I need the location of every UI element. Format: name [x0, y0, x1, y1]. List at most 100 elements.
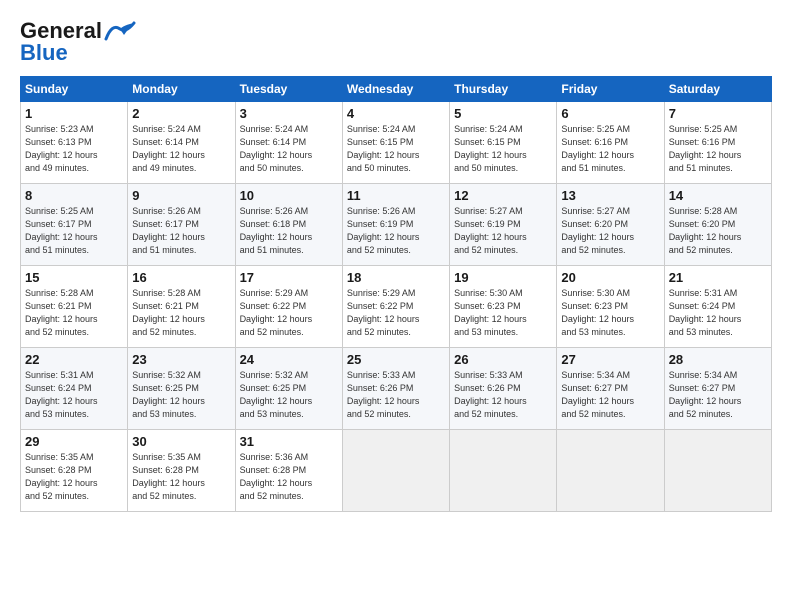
day-info: Sunrise: 5:26 AM Sunset: 6:18 PM Dayligh… — [240, 205, 338, 257]
calendar-week-5: 29 Sunrise: 5:35 AM Sunset: 6:28 PM Dayli… — [21, 430, 772, 512]
calendar-cell: 13Sunrise: 5:27 AM Sunset: 6:20 PM Dayli… — [557, 184, 664, 266]
day-number: 14 — [669, 188, 767, 203]
calendar-cell: 7 Sunrise: 5:25 AM Sunset: 6:16 PM Daylig… — [664, 102, 771, 184]
day-info: Sunrise: 5:25 AM Sunset: 6:17 PM Dayligh… — [25, 205, 123, 257]
day-number: 10 — [240, 188, 338, 203]
calendar-cell: 22 Sunrise: 5:31 AM Sunset: 6:24 PM Dayli… — [21, 348, 128, 430]
day-info: Sunrise: 5:25 AM Sunset: 6:16 PM Dayligh… — [669, 123, 767, 175]
calendar-table: SundayMondayTuesdayWednesdayThursdayFrid… — [20, 76, 772, 512]
calendar-cell: 11Sunrise: 5:26 AM Sunset: 6:19 PM Dayli… — [342, 184, 449, 266]
day-info: Sunrise: 5:29 AM Sunset: 6:22 PM Dayligh… — [347, 287, 445, 339]
calendar-cell: 24 Sunrise: 5:32 AM Sunset: 6:25 PM Dayli… — [235, 348, 342, 430]
day-number: 29 — [25, 434, 123, 449]
calendar-week-2: 8 Sunrise: 5:25 AM Sunset: 6:17 PM Daylig… — [21, 184, 772, 266]
day-info: Sunrise: 5:28 AM Sunset: 6:20 PM Dayligh… — [669, 205, 767, 257]
day-number: 30 — [132, 434, 230, 449]
weekday-header-thursday: Thursday — [450, 77, 557, 102]
day-number: 18 — [347, 270, 445, 285]
day-info: Sunrise: 5:34 AM Sunset: 6:27 PM Dayligh… — [669, 369, 767, 421]
calendar-cell — [557, 430, 664, 512]
calendar-cell: 10 Sunrise: 5:26 AM Sunset: 6:18 PM Dayli… — [235, 184, 342, 266]
header: General Blue — [20, 18, 772, 66]
day-info: Sunrise: 5:30 AM Sunset: 6:23 PM Dayligh… — [454, 287, 552, 339]
calendar-week-3: 15 Sunrise: 5:28 AM Sunset: 6:21 PM Dayli… — [21, 266, 772, 348]
day-number: 26 — [454, 352, 552, 367]
day-info: Sunrise: 5:23 AM Sunset: 6:13 PM Dayligh… — [25, 123, 123, 175]
logo-blue: Blue — [20, 40, 68, 66]
day-number: 7 — [669, 106, 767, 121]
day-number: 24 — [240, 352, 338, 367]
calendar-header-row: SundayMondayTuesdayWednesdayThursdayFrid… — [21, 77, 772, 102]
weekday-header-sunday: Sunday — [21, 77, 128, 102]
day-info: Sunrise: 5:32 AM Sunset: 6:25 PM Dayligh… — [240, 369, 338, 421]
calendar-cell: 5 Sunrise: 5:24 AM Sunset: 6:15 PM Daylig… — [450, 102, 557, 184]
calendar-cell: 18 Sunrise: 5:29 AM Sunset: 6:22 PM Dayli… — [342, 266, 449, 348]
logo: General Blue — [20, 18, 136, 66]
calendar-cell: 12Sunrise: 5:27 AM Sunset: 6:19 PM Dayli… — [450, 184, 557, 266]
day-number: 20 — [561, 270, 659, 285]
calendar-week-1: 1 Sunrise: 5:23 AM Sunset: 6:13 PM Daylig… — [21, 102, 772, 184]
day-number: 16 — [132, 270, 230, 285]
page: General Blue SundayMondayTuesdayWednesda… — [0, 0, 792, 612]
day-number: 3 — [240, 106, 338, 121]
day-info: Sunrise: 5:33 AM Sunset: 6:26 PM Dayligh… — [454, 369, 552, 421]
calendar-cell: 6 Sunrise: 5:25 AM Sunset: 6:16 PM Daylig… — [557, 102, 664, 184]
calendar-cell: 23 Sunrise: 5:32 AM Sunset: 6:25 PM Dayli… — [128, 348, 235, 430]
calendar-cell: 26 Sunrise: 5:33 AM Sunset: 6:26 PM Dayli… — [450, 348, 557, 430]
day-info: Sunrise: 5:28 AM Sunset: 6:21 PM Dayligh… — [132, 287, 230, 339]
day-info: Sunrise: 5:24 AM Sunset: 6:14 PM Dayligh… — [240, 123, 338, 175]
day-number: 9 — [132, 188, 230, 203]
day-number: 1 — [25, 106, 123, 121]
day-number: 22 — [25, 352, 123, 367]
day-info: Sunrise: 5:31 AM Sunset: 6:24 PM Dayligh… — [25, 369, 123, 421]
day-info: Sunrise: 5:28 AM Sunset: 6:21 PM Dayligh… — [25, 287, 123, 339]
calendar-cell: 2Sunrise: 5:24 AM Sunset: 6:14 PM Daylig… — [128, 102, 235, 184]
day-info: Sunrise: 5:27 AM Sunset: 6:19 PM Dayligh… — [454, 205, 552, 257]
day-info: Sunrise: 5:26 AM Sunset: 6:19 PM Dayligh… — [347, 205, 445, 257]
day-number: 23 — [132, 352, 230, 367]
day-number: 31 — [240, 434, 338, 449]
calendar-cell — [664, 430, 771, 512]
calendar-cell: 1 Sunrise: 5:23 AM Sunset: 6:13 PM Daylig… — [21, 102, 128, 184]
day-number: 25 — [347, 352, 445, 367]
day-number: 8 — [25, 188, 123, 203]
day-info: Sunrise: 5:25 AM Sunset: 6:16 PM Dayligh… — [561, 123, 659, 175]
day-number: 5 — [454, 106, 552, 121]
day-number: 27 — [561, 352, 659, 367]
logo-bird-icon — [104, 21, 136, 41]
weekday-header-wednesday: Wednesday — [342, 77, 449, 102]
day-info: Sunrise: 5:24 AM Sunset: 6:15 PM Dayligh… — [454, 123, 552, 175]
calendar-cell: 16 Sunrise: 5:28 AM Sunset: 6:21 PM Dayli… — [128, 266, 235, 348]
calendar-cell: 21 Sunrise: 5:31 AM Sunset: 6:24 PM Dayli… — [664, 266, 771, 348]
calendar-cell: 31Sunrise: 5:36 AM Sunset: 6:28 PM Dayli… — [235, 430, 342, 512]
day-info: Sunrise: 5:33 AM Sunset: 6:26 PM Dayligh… — [347, 369, 445, 421]
day-info: Sunrise: 5:35 AM Sunset: 6:28 PM Dayligh… — [25, 451, 123, 503]
day-info: Sunrise: 5:24 AM Sunset: 6:14 PM Dayligh… — [132, 123, 230, 175]
calendar-cell: 27Sunrise: 5:34 AM Sunset: 6:27 PM Dayli… — [557, 348, 664, 430]
calendar-week-4: 22 Sunrise: 5:31 AM Sunset: 6:24 PM Dayli… — [21, 348, 772, 430]
calendar-cell: 30 Sunrise: 5:35 AM Sunset: 6:28 PM Dayli… — [128, 430, 235, 512]
calendar-cell — [342, 430, 449, 512]
calendar-cell: 19 Sunrise: 5:30 AM Sunset: 6:23 PM Dayli… — [450, 266, 557, 348]
calendar-cell: 8 Sunrise: 5:25 AM Sunset: 6:17 PM Daylig… — [21, 184, 128, 266]
calendar-cell: 28Sunrise: 5:34 AM Sunset: 6:27 PM Dayli… — [664, 348, 771, 430]
weekday-header-saturday: Saturday — [664, 77, 771, 102]
day-info: Sunrise: 5:31 AM Sunset: 6:24 PM Dayligh… — [669, 287, 767, 339]
calendar-cell: 4 Sunrise: 5:24 AM Sunset: 6:15 PM Daylig… — [342, 102, 449, 184]
day-number: 19 — [454, 270, 552, 285]
calendar-cell: 3 Sunrise: 5:24 AM Sunset: 6:14 PM Daylig… — [235, 102, 342, 184]
day-info: Sunrise: 5:29 AM Sunset: 6:22 PM Dayligh… — [240, 287, 338, 339]
day-number: 4 — [347, 106, 445, 121]
weekday-header-friday: Friday — [557, 77, 664, 102]
calendar-cell: 17Sunrise: 5:29 AM Sunset: 6:22 PM Dayli… — [235, 266, 342, 348]
day-number: 21 — [669, 270, 767, 285]
calendar-cell: 25 Sunrise: 5:33 AM Sunset: 6:26 PM Dayli… — [342, 348, 449, 430]
day-info: Sunrise: 5:24 AM Sunset: 6:15 PM Dayligh… — [347, 123, 445, 175]
day-info: Sunrise: 5:35 AM Sunset: 6:28 PM Dayligh… — [132, 451, 230, 503]
day-info: Sunrise: 5:32 AM Sunset: 6:25 PM Dayligh… — [132, 369, 230, 421]
weekday-header-tuesday: Tuesday — [235, 77, 342, 102]
day-info: Sunrise: 5:26 AM Sunset: 6:17 PM Dayligh… — [132, 205, 230, 257]
day-number: 6 — [561, 106, 659, 121]
calendar-cell: 29 Sunrise: 5:35 AM Sunset: 6:28 PM Dayli… — [21, 430, 128, 512]
day-number: 15 — [25, 270, 123, 285]
